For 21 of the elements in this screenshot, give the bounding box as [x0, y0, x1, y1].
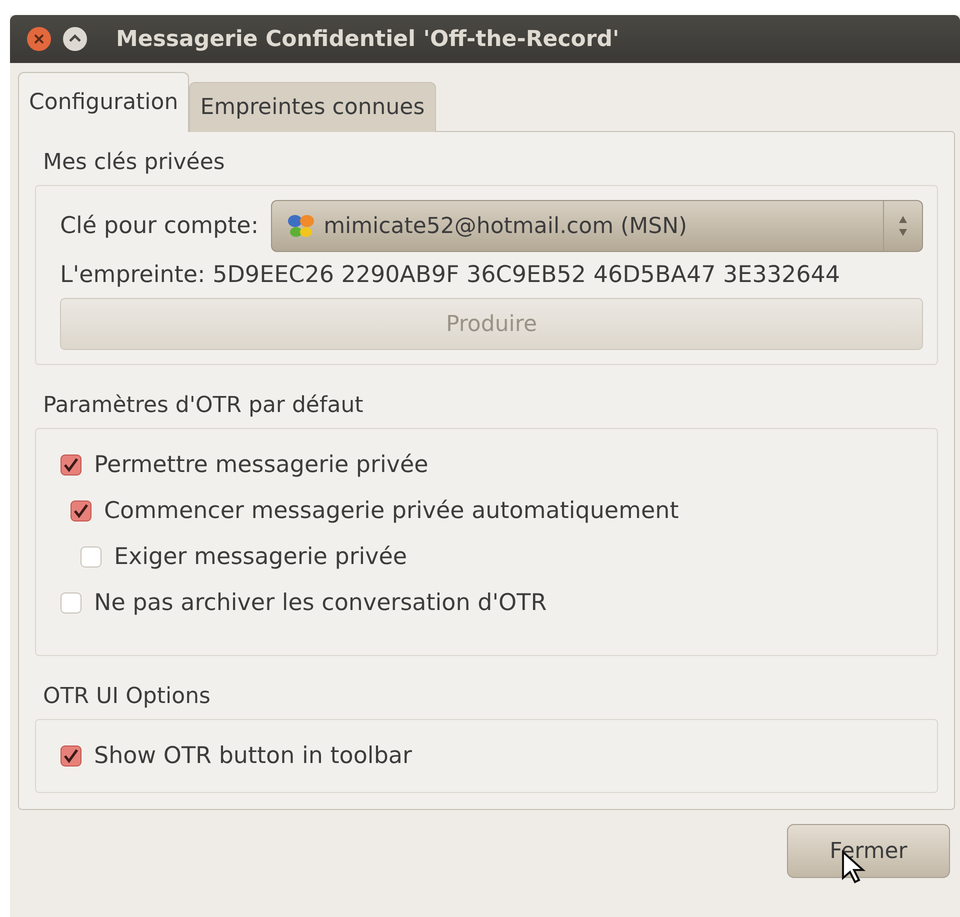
maximize-icon[interactable] [62, 26, 88, 52]
checkbox-label: Permettre messagerie privée [94, 452, 428, 478]
checkbox[interactable] [80, 546, 102, 568]
fingerprint-text: L'empreinte: 5D9EEC26 2290AB9F 36C9EB52 46D5BA47 3E332644 [60, 262, 842, 288]
section-title: Mes clés privées [42, 150, 226, 175]
account-dropdown[interactable]: mimicate52@hotmail.com (MSN) [270, 200, 923, 252]
checkbox[interactable] [60, 745, 82, 767]
checkbox[interactable] [60, 592, 82, 614]
tab[interactable]: Empreintes connues [189, 82, 436, 132]
checkbox-label: Show OTR button in toolbar [94, 743, 412, 769]
close-icon[interactable] [26, 26, 52, 52]
checkbox-label: Ne pas archiver les conversation d'OTR [94, 590, 547, 616]
account-label: Clé pour compte: [60, 213, 259, 239]
section-title: Paramètres d'OTR par défaut [42, 393, 364, 418]
tab[interactable]: Configuration [18, 72, 190, 132]
section-title: OTR UI Options [42, 684, 212, 709]
checkbox-label: Exiger messagerie privée [114, 544, 408, 570]
checkbox-label: Commencer messagerie privée automatiquement [104, 498, 679, 524]
checkbox[interactable] [60, 454, 82, 476]
window-title: Messagerie Confidentiel 'Off-the-Record' [116, 26, 620, 52]
checkbox[interactable] [70, 500, 92, 522]
